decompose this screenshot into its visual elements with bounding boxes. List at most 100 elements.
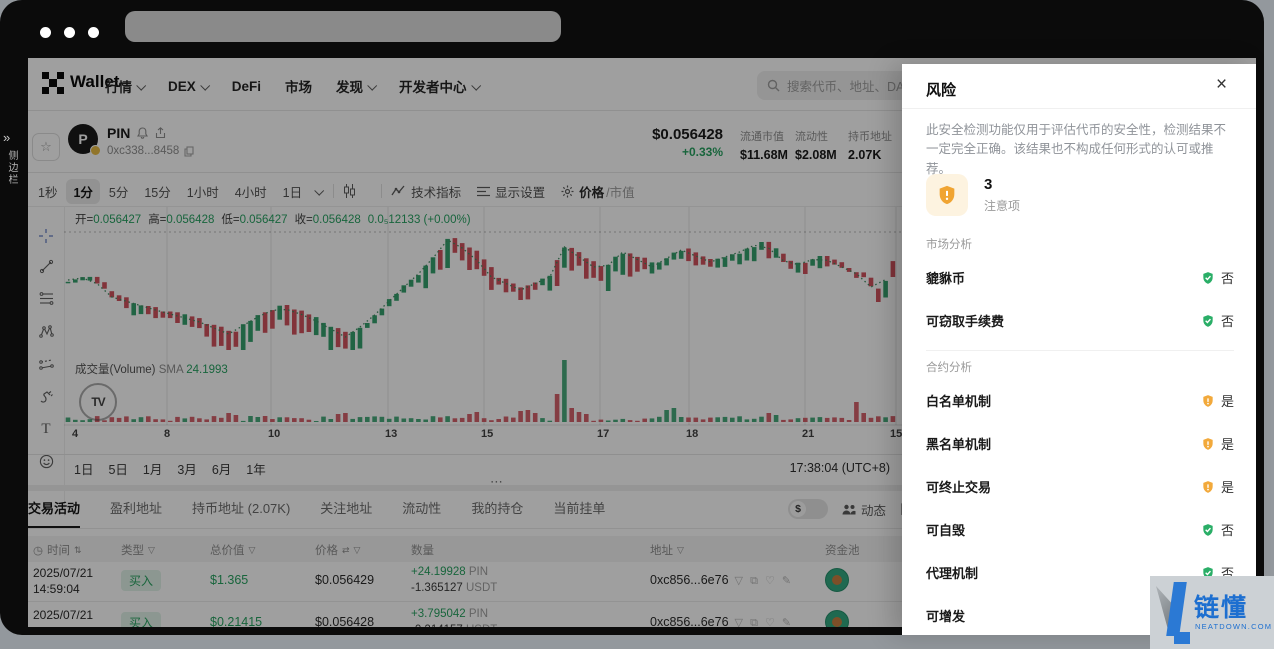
risk-row: 貔貅币否 <box>926 256 1234 299</box>
nav-item-4[interactable]: 发现 <box>336 76 375 96</box>
cell-address[interactable]: 0xc856...6e76▽ ⧉ ♡ ✎ <box>650 615 793 627</box>
filter-icon[interactable]: ▽ <box>148 545 155 556</box>
col-header-label: 总价值 <box>210 542 245 558</box>
interval-5分[interactable]: 5分 <box>102 179 135 204</box>
logo-cell <box>57 72 64 79</box>
sidebar-collapse-icon[interactable]: » <box>3 130 10 145</box>
tab-2[interactable]: 持币地址 (2.07K) <box>192 498 290 529</box>
nav-item-5[interactable]: 开发者中心 <box>399 76 479 96</box>
splitter-handle[interactable]: ⋯ <box>490 474 504 490</box>
site-watermark: 链懂 NEATDOWN.COM <box>1150 576 1274 649</box>
tab-6[interactable]: 当前挂单 <box>553 498 605 529</box>
filter-icon[interactable]: ▽ <box>249 545 256 556</box>
tab-1[interactable]: 盈利地址 <box>110 498 162 529</box>
x-tick: 15 <box>890 428 902 440</box>
copy-icon[interactable] <box>184 146 194 157</box>
tradingview-logo: TV <box>79 383 117 421</box>
range-6月[interactable]: 6月 <box>212 459 231 478</box>
token-address[interactable]: 0xc338...8458 <box>107 145 179 157</box>
trendline-icon[interactable] <box>36 256 56 276</box>
token-stat-0: 流通市值$11.68M <box>740 128 788 162</box>
nav-item-1[interactable]: DEX <box>168 76 208 96</box>
col-header-0[interactable]: ◷时间⇅ <box>33 542 82 558</box>
x-tick: 15 <box>481 428 493 440</box>
tab-0[interactable]: 交易活动 <box>28 498 80 529</box>
col-header-4[interactable]: 数量 <box>411 542 434 558</box>
interval-4小时[interactable]: 4小时 <box>228 179 274 204</box>
interval-1秒[interactable]: 1秒 <box>31 179 64 204</box>
sort-icon[interactable]: ⇅ <box>74 545 82 556</box>
shield-warning-icon <box>936 184 958 206</box>
interval-15分[interactable]: 15分 <box>137 179 177 204</box>
legend-value: 0.056428 <box>313 214 361 226</box>
nav-item-2[interactable]: DeFi <box>232 76 261 96</box>
range-1月[interactable]: 1月 <box>143 459 162 478</box>
range-3月[interactable]: 3月 <box>177 459 196 478</box>
range-5日[interactable]: 5日 <box>108 459 127 478</box>
close-icon[interactable]: × <box>1216 74 1227 96</box>
col-header-3[interactable]: 价格⇄▽ <box>315 542 360 558</box>
search-placeholder: 搜索代币、地址、DApp <box>787 76 918 95</box>
swap-icon[interactable]: ⇄ <box>342 545 350 556</box>
interval-1分[interactable]: 1分 <box>66 179 99 204</box>
token-stat-1: 流动性$2.08M <box>795 128 837 162</box>
pattern-icon[interactable] <box>36 321 56 341</box>
range-1日[interactable]: 1日 <box>74 459 93 478</box>
tab-4[interactable]: 流动性 <box>402 498 441 529</box>
risk-row: 可窃取手续费否 <box>926 299 1234 342</box>
display-settings-button[interactable]: 显示设置 <box>477 182 545 201</box>
interval-chevron-icon[interactable] <box>314 185 324 195</box>
filter-icon[interactable]: ▽ <box>677 545 684 556</box>
address-action-icons[interactable]: ▽ ⧉ ♡ ✎ <box>735 617 794 627</box>
currency-toggle[interactable]: $ <box>788 499 828 519</box>
share-icon[interactable] <box>155 127 166 139</box>
address-action-icons[interactable]: ▽ ⧉ ♡ ✎ <box>735 575 794 587</box>
text-tool-icon[interactable]: T <box>36 419 56 439</box>
risk-row-value: 否 <box>1201 268 1234 287</box>
range-buttons: 1日 5日 1月 3月 6月 1年 <box>74 459 266 478</box>
window-dot-2[interactable] <box>64 27 75 38</box>
range-1年[interactable]: 1年 <box>246 459 265 478</box>
favorite-star-icon[interactable]: ☆ <box>32 133 60 161</box>
risk-row: 可自毁否 <box>926 508 1234 551</box>
risk-row-label: 代理机制 <box>926 563 978 582</box>
interval-1日[interactable]: 1日 <box>276 179 309 204</box>
col-header-2[interactable]: 总价值 ▽ <box>210 542 255 558</box>
crosshair-icon[interactable] <box>36 226 56 246</box>
alert-bell-icon[interactable] <box>137 127 148 139</box>
chart-clock: 17:38:04 (UTC+8) <box>688 461 890 475</box>
nav-item-label: 发现 <box>336 76 363 96</box>
okx-logo-icon[interactable] <box>42 72 64 94</box>
chart-type-button[interactable] <box>343 184 356 198</box>
url-bar[interactable] <box>125 11 561 42</box>
nav-item-0[interactable]: 行情 <box>105 76 144 96</box>
interval-1小时[interactable]: 1小时 <box>180 179 226 204</box>
risk-row-value: 是 <box>1201 391 1234 410</box>
tab-3[interactable]: 关注地址 <box>320 498 372 529</box>
brush-icon[interactable] <box>36 387 56 407</box>
col-header-1[interactable]: 类型▽ <box>121 542 155 558</box>
window-dot-3[interactable] <box>88 27 99 38</box>
price-mcap-toggle[interactable]: 价格/市值 <box>561 182 635 201</box>
cell-total: $1.365 <box>210 573 248 587</box>
stat-label: 流动性 <box>795 128 837 144</box>
interval-buttons: 1秒1分5分15分1小时4小时1日 <box>31 179 309 204</box>
feed-button[interactable]: 动态 <box>842 500 886 519</box>
risk-row-value: 是 <box>1201 434 1234 453</box>
col-header-5[interactable]: 地址▽ <box>650 542 684 558</box>
x-tick: 21 <box>802 428 814 440</box>
fib-retracement-icon[interactable] <box>36 288 56 308</box>
col-header-6[interactable]: 资金池 <box>825 542 860 558</box>
risk-row-label: 可自毁 <box>926 520 965 539</box>
nav-item-3[interactable]: 市场 <box>285 76 312 96</box>
indicators-button[interactable]: 技术指标 <box>391 182 461 201</box>
cell-address[interactable]: 0xc856...6e76▽ ⧉ ♡ ✎ <box>650 573 793 588</box>
candlestick-icon <box>343 184 356 198</box>
logo-cell <box>42 87 49 94</box>
projection-icon[interactable] <box>36 354 56 374</box>
window-dot-1[interactable] <box>40 27 51 38</box>
filter-icon[interactable]: ▽ <box>354 545 361 556</box>
tab-5[interactable]: 我的持仓 <box>471 498 523 529</box>
candlestick-chart[interactable] <box>64 207 905 450</box>
risk-row-label: 黑名单机制 <box>926 434 991 453</box>
